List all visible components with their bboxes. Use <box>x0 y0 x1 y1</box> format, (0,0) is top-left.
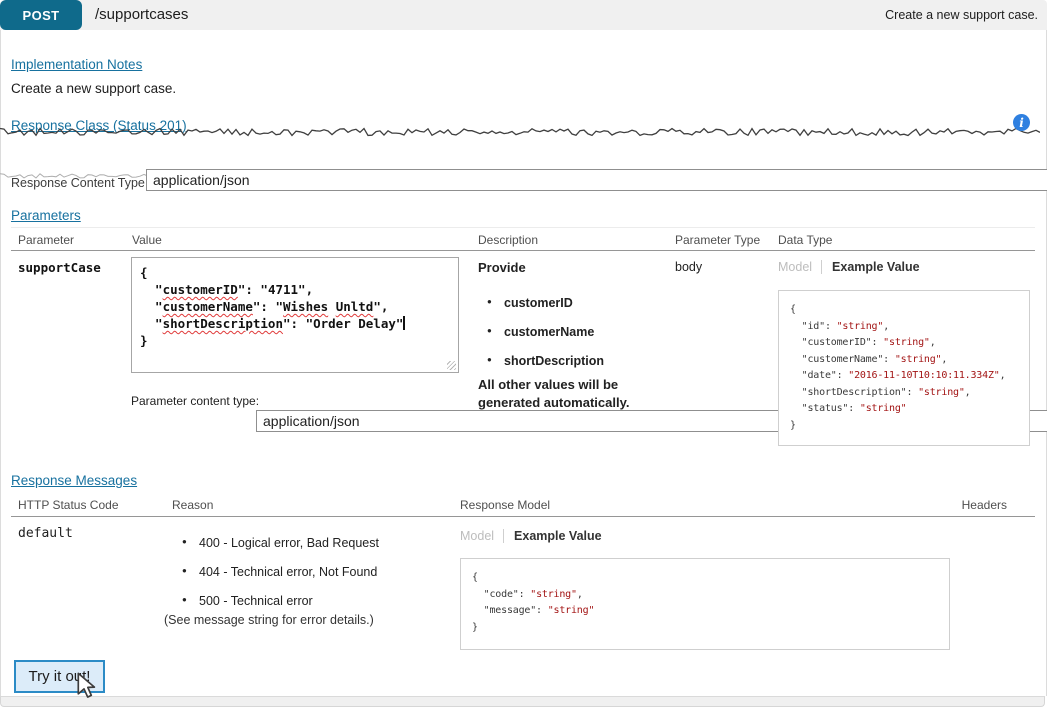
col-description: Description <box>478 233 538 247</box>
tab-example-value[interactable]: Example Value <box>821 260 920 274</box>
divider <box>11 250 1035 251</box>
body-parameter-input[interactable]: { "customerID": "4711", "customerName": … <box>131 257 459 373</box>
response-messages-heading[interactable]: Response Messages <box>11 473 137 488</box>
parameter-name: supportCase <box>18 260 101 275</box>
response-class-heading: Response Class (Status 201) <box>11 118 187 133</box>
tab-model[interactable]: Model <box>460 529 494 543</box>
col-http-status-code: HTTP Status Code <box>18 498 119 512</box>
operation-summary: Create a new support case. <box>885 0 1038 30</box>
list-item: 404 - Technical error, Not Found <box>180 565 379 579</box>
col-headers: Headers <box>962 498 1007 512</box>
implementation-notes-heading[interactable]: Implementation Notes <box>11 57 142 72</box>
http-method-badge[interactable]: POST <box>0 0 82 30</box>
col-parameter: Parameter <box>18 233 74 247</box>
reason-list: 400 - Logical error, Bad Request 404 - T… <box>180 536 379 623</box>
endpoint-path[interactable]: /supportcases <box>95 0 188 30</box>
list-item: 400 - Logical error, Bad Request <box>180 536 379 550</box>
data-type-tabs: Model Example Value <box>778 260 920 274</box>
parameter-content-type-label: Parameter content type: <box>131 394 259 408</box>
parameter-content-type-value: application/json <box>263 413 360 429</box>
list-item: customerName <box>485 325 604 339</box>
description-outro: All other values will be generated autom… <box>478 376 653 412</box>
col-response-model: Response Model <box>460 498 550 512</box>
response-status-code: default <box>18 526 73 541</box>
list-item: customerID <box>485 296 604 310</box>
response-example-json: { "code": "string", "message": "string" … <box>472 570 938 636</box>
response-model-tabs: Model Example Value <box>460 529 602 543</box>
tab-example-value[interactable]: Example Value <box>503 529 602 543</box>
response-content-type-select[interactable]: application/json <box>146 169 1047 191</box>
description-bullet-list: customerID customerName shortDescription <box>485 296 604 383</box>
body-parameter-value: { "customerID": "4711", "customerName": … <box>140 264 450 349</box>
list-item: 500 - Technical error <box>180 594 379 608</box>
example-value-json: { "id": "string", "customerID": "string"… <box>790 302 1018 434</box>
response-content-type-value: application/json <box>153 172 250 188</box>
panel-left-border <box>0 30 1 696</box>
response-content-type-label: Response Content Type <box>11 176 145 190</box>
operation-header-bar[interactable]: POST /supportcases Create a new support … <box>0 0 1047 30</box>
col-parameter-type: Parameter Type <box>675 233 760 247</box>
divider <box>11 227 1035 228</box>
parameter-type: body <box>675 260 702 274</box>
data-type-example-box: { "id": "string", "customerID": "string"… <box>778 290 1030 446</box>
resize-handle-icon[interactable] <box>447 361 456 370</box>
col-data-type: Data Type <box>778 233 832 247</box>
description-intro: Provide <box>478 260 526 275</box>
info-icon[interactable]: i <box>1013 114 1030 131</box>
implementation-notes-text: Create a new support case. <box>11 81 176 96</box>
col-value: Value <box>132 233 162 247</box>
divider <box>11 516 1035 517</box>
panel-bottom-strip <box>0 696 1045 707</box>
tab-model[interactable]: Model <box>778 260 812 274</box>
response-model-example-box: { "code": "string", "message": "string" … <box>460 558 950 650</box>
api-operation-panel: POST /supportcases Create a new support … <box>0 0 1047 708</box>
mouse-cursor-icon <box>76 672 96 700</box>
parameters-heading[interactable]: Parameters <box>11 208 81 223</box>
col-reason: Reason <box>172 498 213 512</box>
reason-note: (See message string for error details.) <box>164 613 374 627</box>
list-item: shortDescription <box>485 354 604 368</box>
